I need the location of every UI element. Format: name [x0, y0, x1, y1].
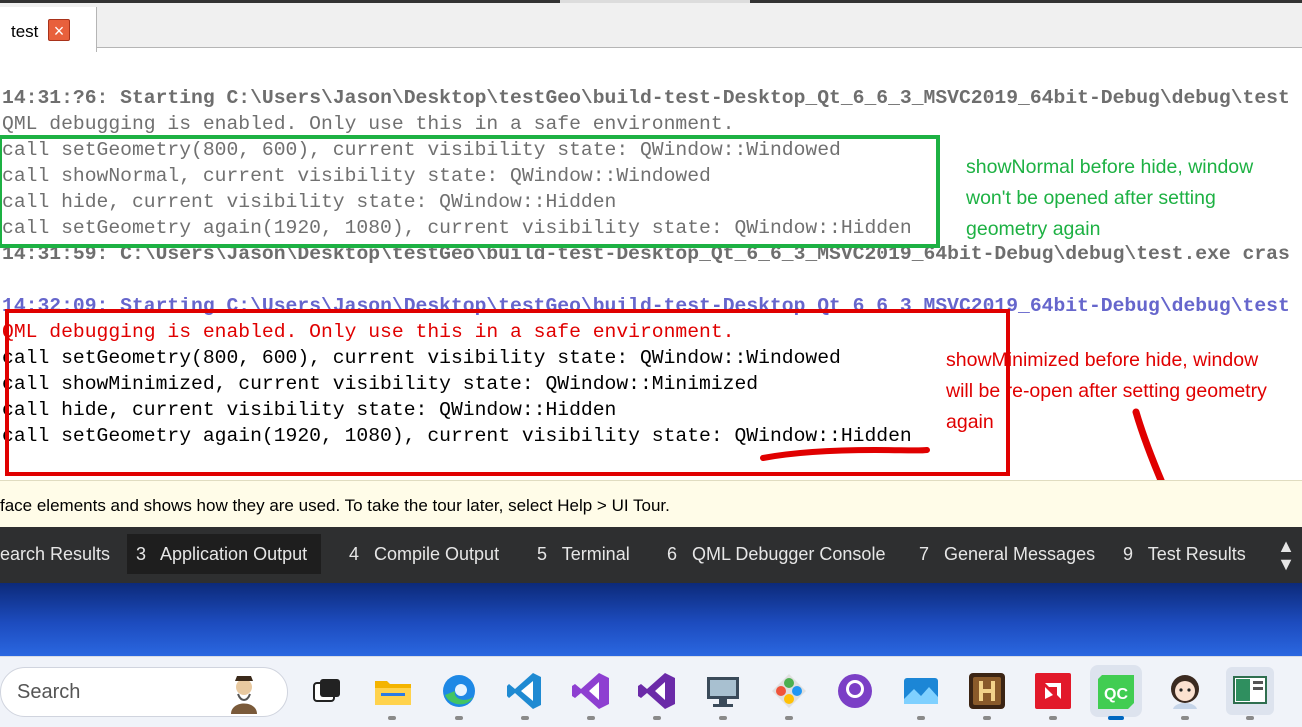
ui-tour-tip: face elements and shows how they are use…: [0, 496, 670, 515]
timestamp: 14:31:?6:: [2, 87, 109, 109]
up-down-arrows-icon[interactable]: ▲ ▼: [1274, 537, 1298, 573]
test-app-icon[interactable]: [1226, 667, 1274, 715]
running-indicator: [719, 716, 727, 720]
pane-terminal[interactable]: 5 Terminal: [537, 534, 647, 574]
output-pane-bar: earch Results 3 Application Output 4 Com…: [0, 527, 1302, 583]
running-indicator: [521, 716, 529, 720]
running-indicator: [388, 716, 396, 720]
running-indicator: [1246, 716, 1254, 720]
running-indicator: [587, 716, 595, 720]
red-annotation-note: showMinimized before hide, window will b…: [946, 349, 1267, 433]
amd-software-icon[interactable]: [1031, 669, 1075, 713]
green-annotation-note: showNormal before hide, window won't be …: [966, 156, 1254, 240]
running-indicator: [917, 716, 925, 720]
running-indicator: [455, 716, 463, 720]
file-explorer-icon[interactable]: [371, 669, 415, 713]
github-desktop-icon[interactable]: [833, 669, 877, 713]
pane-application-output[interactable]: 3 Application Output: [127, 534, 321, 574]
close-icon[interactable]: ×: [48, 19, 70, 41]
running-indicator: [983, 716, 991, 720]
windows-taskbar: Search QC: [0, 656, 1302, 727]
pane-test-results[interactable]: 9 Test Results: [1123, 534, 1263, 574]
running-indicator: [785, 716, 793, 720]
log-line-run1-start: 14:31:?6: Starting C:\Users\Jason\Deskto…: [2, 85, 1290, 111]
pane-compile-output[interactable]: 4 Compile Output: [349, 534, 519, 574]
log-text: Starting C:\Users\Jason\Desktop\testGeo\…: [108, 87, 1290, 109]
pane-general-messages[interactable]: 7 General Messages: [919, 534, 1105, 574]
log-line: QML debugging is enabled. Only use this …: [2, 113, 735, 135]
vs-code-icon[interactable]: [503, 669, 547, 713]
pane-qml-debugger-console[interactable]: 6 QML Debugger Console: [667, 534, 899, 574]
running-indicator: [1049, 716, 1057, 720]
green-highlight-box: [0, 135, 940, 248]
game-icon[interactable]: [965, 669, 1009, 713]
edge-browser-icon[interactable]: [437, 669, 481, 713]
qt-creator-icon[interactable]: QC: [1090, 665, 1142, 717]
task-view-icon[interactable]: [304, 669, 348, 713]
visual-studio-2-icon[interactable]: [635, 669, 679, 713]
tab-label: test: [11, 22, 39, 41]
desktop-background: [0, 583, 1302, 656]
editor-tab-bar: test ×: [0, 3, 1302, 52]
taskbar-search-box[interactable]: Search: [0, 667, 288, 717]
ui-tour-info-bar: face elements and shows how they are use…: [0, 480, 1302, 528]
remote-desktop-icon[interactable]: [701, 669, 745, 713]
pane-search-results[interactable]: earch Results: [0, 534, 116, 574]
avatar-app-icon[interactable]: [1163, 669, 1207, 713]
search-placeholder: Search: [17, 681, 81, 703]
search-highlight-icon: [231, 676, 257, 714]
git-extensions-icon[interactable]: [767, 669, 811, 713]
running-indicator: [653, 716, 661, 720]
qt-creator-label: QC: [1104, 686, 1128, 703]
visual-studio-icon[interactable]: [569, 669, 613, 713]
tab-test[interactable]: test ×: [0, 7, 97, 52]
red-highlight-box: [5, 309, 1010, 476]
photos-icon[interactable]: [899, 669, 943, 713]
active-indicator: [1108, 716, 1124, 720]
running-indicator: [1181, 716, 1189, 720]
